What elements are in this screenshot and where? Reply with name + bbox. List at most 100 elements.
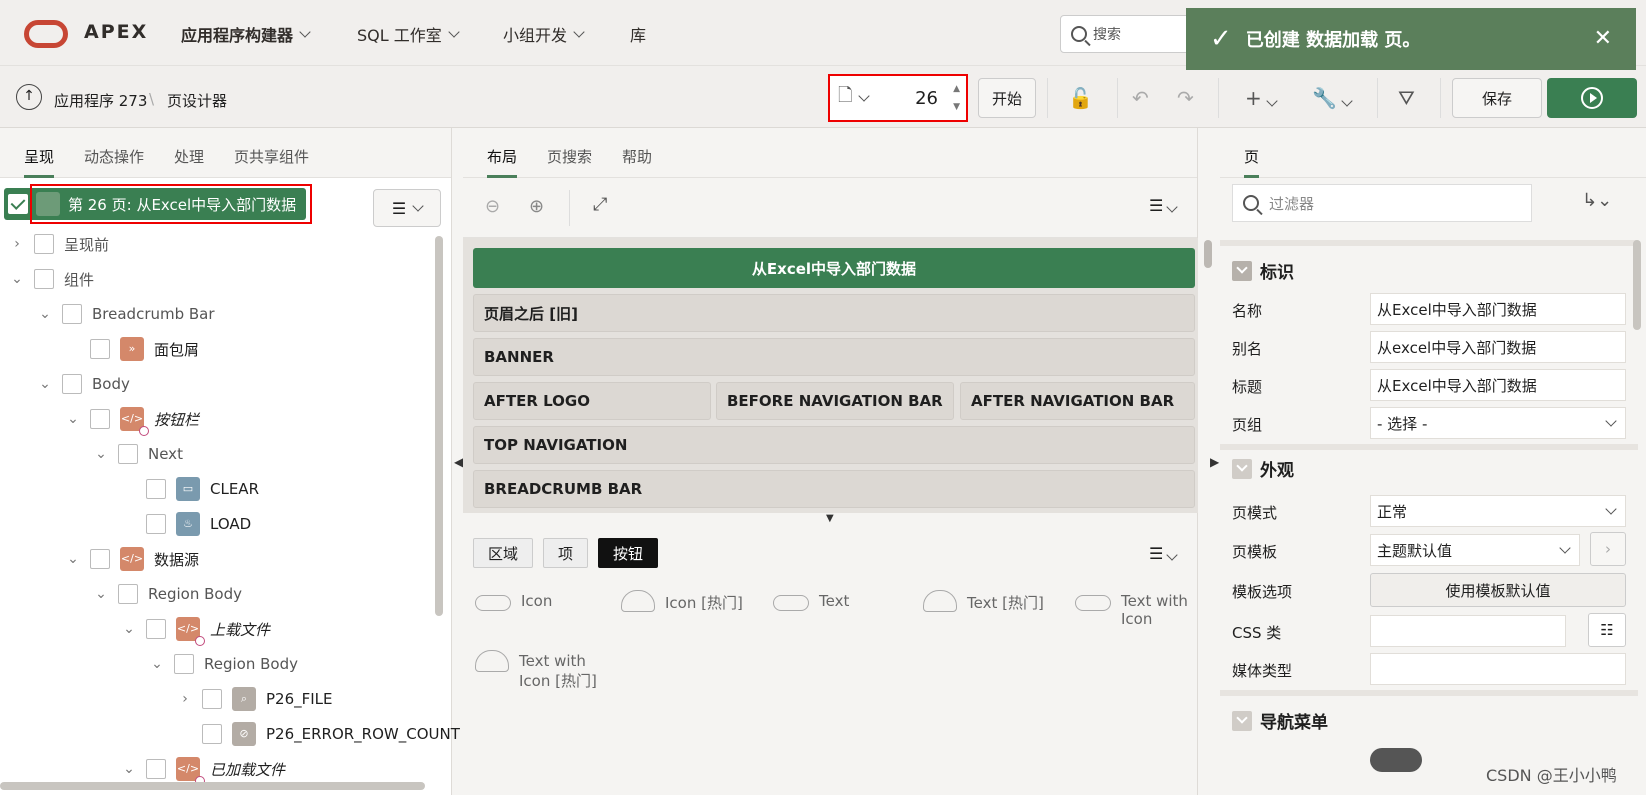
checkbox[interactable] [146,479,166,499]
tree-scrollbar[interactable] [435,236,443,616]
chevron-down-icon[interactable]: ⌄ [66,551,80,567]
tree-hscrollbar[interactable] [0,782,425,790]
undo-icon[interactable]: ↶ [1132,86,1149,110]
apex-logo-text[interactable]: APEX [84,21,148,43]
toggle-icon[interactable] [1232,260,1252,281]
checkbox[interactable] [90,409,110,429]
layout-menu-icon[interactable]: ☰ [1149,196,1179,215]
tree-node[interactable]: ⌄ Region Body [94,578,242,610]
css-classes-field[interactable] [1370,615,1566,647]
gallery-menu-icon[interactable]: ☰ [1149,544,1179,563]
tree-node[interactable]: ♨ LOAD [122,508,251,540]
name-field[interactable]: 从Excel中导入部门数据 [1370,293,1626,325]
list-icon[interactable]: ☷ [1588,613,1626,647]
chevron-down-icon[interactable]: ⌄ [94,586,108,602]
checkbox[interactable] [118,444,138,464]
tab-shared-components[interactable]: 页共享组件 [234,146,309,167]
nav-gallery[interactable]: 库 [630,22,646,46]
tab-layout[interactable]: 布局 [487,146,518,178]
expand-icon[interactable]: ⤢ [593,194,607,215]
tree-node[interactable]: ⌄ Region Body [150,648,298,680]
checkbox[interactable] [90,339,110,359]
page-number-input[interactable]: 26 [915,88,938,109]
checkbox[interactable] [34,269,54,289]
tree-node[interactable]: » 面包屑 [66,333,199,365]
chevron-down-icon[interactable]: ⌄ [66,411,80,427]
checkbox[interactable] [202,724,222,744]
tree-node[interactable]: ⌄ </> 按钮栏 [66,403,199,436]
tree-node[interactable]: ⊘ P26_ERROR_ROW_COUNT [178,718,460,750]
nav-team-dev[interactable]: 小组开发 [503,22,585,46]
nav-sql-workshop[interactable]: SQL 工作室 [357,22,460,46]
page-template-select[interactable]: 主题默认值 [1370,534,1580,566]
chevron-right-icon[interactable]: › [178,691,192,707]
tab-dynamic-actions[interactable]: 动态操作 [84,146,144,167]
page-mode-select[interactable]: 正常 [1370,495,1626,527]
zoom-in-icon[interactable]: ⊕ [529,196,544,217]
checkbox[interactable] [118,584,138,604]
up-arrow-icon[interactable]: ↑ [16,84,42,110]
checkbox[interactable] [202,689,222,709]
chevron-down-icon[interactable]: ⌄ [38,376,52,392]
chevron-down-icon[interactable]: ⌄ [94,446,108,462]
property-scrollbar[interactable] [1633,240,1641,330]
shared-components-icon[interactable]: ⛛ [1398,86,1415,110]
gallery-item[interactable]: Icon [热门] [621,590,743,613]
checkbox[interactable] [62,374,82,394]
checkbox[interactable] [90,549,110,569]
region-after-nav[interactable]: AFTER NAVIGATION BAR [960,382,1195,420]
tree-node[interactable]: ⌄ Next [94,438,183,470]
go-button[interactable]: 开始 [978,78,1036,118]
gallery-item[interactable]: Text [773,592,849,611]
section-appearance[interactable]: 外观 [1232,456,1294,481]
tree-node[interactable]: ⌄ Body [38,368,130,400]
breadcrumb-app[interactable]: 应用程序 273 [54,90,147,111]
gallery-item[interactable]: Text with Icon [1075,592,1195,628]
zoom-out-icon[interactable]: ⊖ [485,196,500,217]
checkbox[interactable] [146,759,166,779]
gallery-tab-regions[interactable]: 区域 [473,538,534,568]
title-field[interactable]: 从Excel中导入部门数据 [1370,369,1626,401]
layout-canvas[interactable]: 从Excel中导入部门数据 页眉之后 [旧] BANNER AFTER LOGO… [463,238,1198,513]
search-input[interactable]: 搜索 [1060,15,1190,53]
tab-processing[interactable]: 处理 [174,146,204,167]
template-options-button[interactable]: 使用模板默认值 [1370,573,1626,607]
goto-group-icon[interactable]: ↳⌄ [1582,190,1612,211]
gallery-tab-items[interactable]: 项 [543,538,589,568]
section-navigation-menu[interactable]: 导航菜单 [1232,708,1328,733]
collapse-left-icon[interactable]: ◀ [454,455,463,469]
gallery-item[interactable]: Icon [475,592,552,611]
tree-node[interactable]: › ⌕ P26_FILE [178,683,333,715]
save-button[interactable]: 保存 [1452,78,1542,118]
chevron-down-icon[interactable] [858,89,871,102]
create-icon[interactable]: + [1245,86,1278,110]
checkbox[interactable] [146,514,166,534]
gallery-tab-buttons[interactable]: 按钮 [598,538,659,568]
region-before-nav[interactable]: BEFORE NAVIGATION BAR [716,382,954,420]
tree-node[interactable]: ⌄ Breadcrumb Bar [38,298,215,330]
run-button[interactable] [1547,78,1637,118]
chevron-down-icon[interactable]: ⌄ [122,761,136,777]
filter-input[interactable]: 过滤器 [1232,184,1532,222]
region-banner[interactable]: BANNER [473,338,1195,376]
lock-icon[interactable]: 🔓 [1068,86,1093,110]
gallery-item[interactable]: Text with Icon [热门] [475,650,615,691]
chevron-down-icon[interactable]: ⌄ [10,271,24,287]
toggle-icon[interactable] [1232,458,1252,479]
chevron-down-icon[interactable]: ⌄ [150,656,164,672]
utilities-icon[interactable]: 🔧 [1312,86,1353,110]
tree-node[interactable]: ⌄ </> 上载文件 [122,613,270,646]
media-type-field[interactable] [1370,653,1626,685]
nav-app-builder[interactable]: 应用程序构建器 [181,22,311,46]
toggle-icon[interactable] [1232,710,1252,731]
page-title-region[interactable]: 从Excel中导入部门数据 [473,248,1195,288]
toggle-switch[interactable] [1370,748,1422,772]
tree-menu-button[interactable]: ☰ [373,189,441,227]
gallery-item[interactable]: Text [热门] [923,590,1044,613]
tab-page[interactable]: 页 [1244,146,1260,178]
chevron-down-icon[interactable]: ⌄ [38,306,52,322]
region-after-logo[interactable]: AFTER LOGO [473,382,711,420]
chevron-right-icon[interactable]: › [10,236,24,252]
tree-node[interactable]: › 呈现前 [10,228,109,260]
checkbox-checked[interactable] [8,194,28,214]
